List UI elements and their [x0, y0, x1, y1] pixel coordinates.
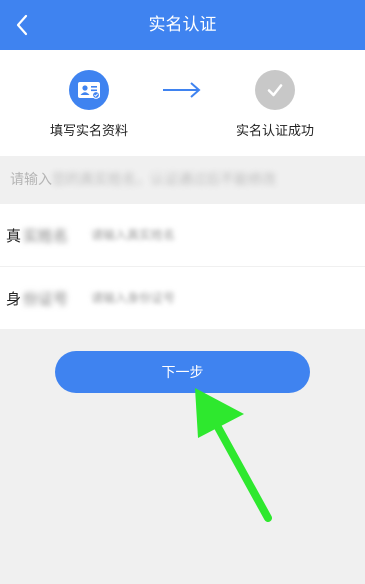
page-title: 实名认证: [148, 15, 217, 35]
step-2-indicator: [255, 70, 295, 110]
id-number-label-rest: 份证号: [23, 289, 69, 308]
real-name-label: 真: [6, 226, 22, 245]
step-1-label: 填写实名资料: [49, 124, 128, 139]
notice-rest: 您的真实姓名，认证通过后不能修改: [52, 172, 276, 188]
step-1-indicator: [69, 70, 109, 110]
id-number-label: 身: [6, 289, 22, 308]
progress-steps: 填写实名资料 实名认证成功: [0, 50, 365, 156]
check-icon: [267, 84, 283, 97]
id-number-row: 身 份证号: [0, 267, 365, 329]
input-notice: 请输入您的真实姓名，认证通过后不能修改: [0, 156, 365, 204]
step-2-label: 实名认证成功: [235, 124, 314, 139]
real-name-label-rest: 实姓名: [23, 226, 69, 245]
title-bar: 实名认证: [0, 0, 365, 50]
notice-prefix: 请输入: [10, 172, 52, 188]
real-name-verification-screen: 实名认证 填写实名资料 实名认证成功 请输入您的真实姓名，认证通过后不能修改 真…: [0, 0, 365, 584]
green-pointer-arrow-icon: [195, 388, 272, 522]
id-card-icon: [78, 82, 100, 99]
arrow-right-icon: [163, 82, 201, 98]
real-name-row: 真 实姓名: [0, 204, 365, 266]
real-name-input[interactable]: [91, 228, 292, 242]
id-number-input[interactable]: [91, 291, 292, 305]
